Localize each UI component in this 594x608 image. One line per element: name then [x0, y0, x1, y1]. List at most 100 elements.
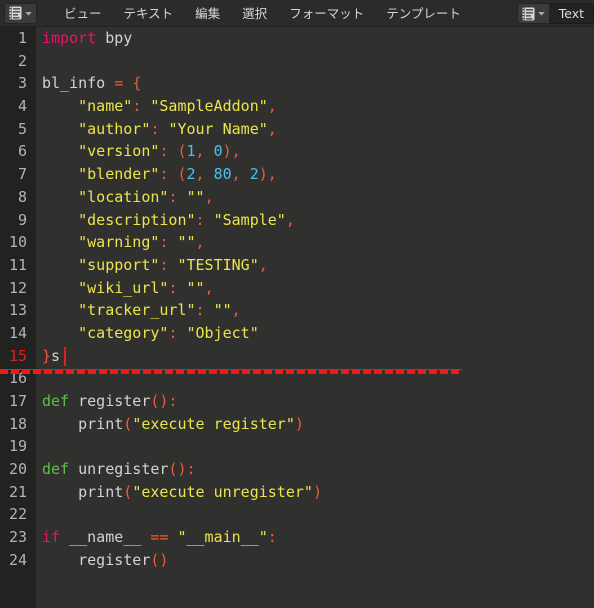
code-line[interactable]: 5 "author": "Your Name",: [0, 118, 594, 141]
token-punc: (: [123, 414, 133, 433]
token-punc: ,: [204, 278, 214, 297]
code-text: "blender": (2, 80, 2),: [42, 163, 277, 186]
code-text: def unregister():: [42, 458, 196, 481]
token-def: def: [42, 392, 70, 410]
code-line[interactable]: 22: [0, 503, 594, 526]
syntax-error-underline: [0, 368, 462, 374]
token-plain: register: [69, 392, 151, 410]
code-line[interactable]: 4 "name": "SampleAddon",: [0, 95, 594, 118]
token-str: "warning": [78, 233, 160, 252]
code-line[interactable]: 13 "tracker_url": "",: [0, 299, 594, 322]
code-line[interactable]: 6 "version": (1, 0),: [0, 140, 594, 163]
token-punc: ,: [267, 119, 277, 138]
token-punc: ,: [195, 165, 205, 184]
code-line[interactable]: 17 def register():: [0, 390, 594, 413]
line-number: 21: [8, 482, 27, 501]
code-line[interactable]: 7 "blender": (2, 80, 2),: [0, 163, 594, 186]
code-line[interactable]: 3 bl_info = {: [0, 72, 594, 95]
code-text: "wiki_url": "",: [42, 277, 214, 300]
line-number: 20: [8, 460, 27, 479]
code-line[interactable]: 21 print("execute unregister"): [0, 481, 594, 504]
code-line[interactable]: 9 "description": "Sample",: [0, 209, 594, 232]
datablock-browse-button[interactable]: [516, 3, 550, 24]
token-punc: =: [114, 74, 124, 93]
code-line[interactable]: 2: [0, 50, 594, 73]
token-punc: ():: [168, 460, 196, 479]
code-line[interactable]: 14 "category": "Object": [0, 322, 594, 345]
token-str: "tracker_url": [78, 301, 196, 320]
token-str: "category": [78, 323, 169, 342]
editor-type-selector[interactable]: [4, 2, 37, 24]
line-number: 18: [8, 414, 27, 433]
text-editor-icon: [9, 6, 22, 20]
line-number: 12: [8, 278, 27, 297]
code-text: import bpy: [42, 27, 132, 50]
token-punc: ,: [258, 255, 268, 274]
datablock-name-field[interactable]: Text: [549, 3, 594, 24]
token-punc: ,: [195, 233, 205, 252]
code-text: register(): [42, 549, 168, 572]
token-str: "Object": [186, 323, 259, 342]
token-punc: (): [150, 550, 169, 569]
token-str: "": [186, 187, 205, 206]
menu-view[interactable]: ビュー: [53, 0, 113, 27]
line-number: 5: [17, 119, 27, 138]
text-cursor: [64, 347, 66, 366]
menu-select[interactable]: 選択: [231, 0, 278, 27]
code-line[interactable]: 15}s: [0, 345, 594, 368]
token-punc: ,: [195, 142, 205, 161]
token-kw: import: [42, 29, 97, 47]
token-punc: :: [195, 301, 205, 320]
code-line[interactable]: 10 "warning": "",: [0, 231, 594, 254]
menu-templates[interactable]: テンプレート: [375, 0, 472, 27]
token-punc: ,: [204, 187, 214, 206]
code-line[interactable]: 1 import bpy: [0, 27, 594, 50]
code-text: "category": "Object": [42, 322, 259, 345]
token-plain: bl_info: [42, 74, 115, 93]
token-num: 2: [186, 165, 196, 184]
token-num: 0: [213, 142, 223, 161]
code-text: bl_info = {: [42, 72, 141, 95]
code-text: "tracker_url": "",: [42, 299, 241, 322]
code-line[interactable]: 12 "wiki_url": "",: [0, 277, 594, 300]
menu-edit[interactable]: 編集: [184, 0, 231, 27]
line-number: 10: [8, 233, 27, 252]
token-str: "Sample": [213, 210, 286, 229]
code-line[interactable]: 18 print("execute register"): [0, 413, 594, 436]
code-text: "support": "TESTING",: [42, 254, 268, 277]
code-line[interactable]: 8 "location": "",: [0, 186, 594, 209]
token-punc: :: [132, 97, 142, 116]
line-number: 22: [8, 505, 27, 524]
token-num: 1: [186, 142, 196, 161]
code-line[interactable]: 19: [0, 435, 594, 458]
token-def: def: [42, 460, 70, 479]
token-plain: bpy: [96, 29, 133, 47]
code-line[interactable]: 11 "support": "TESTING",: [0, 254, 594, 277]
token-punc: :: [195, 210, 205, 229]
token-punc: ==: [150, 528, 169, 547]
code-line[interactable]: 24 register(): [0, 549, 594, 572]
code-line[interactable]: 23 if __name__ == "__main__":: [0, 526, 594, 549]
code-lines: 1 import bpy 2 3 bl_info = {4 "name": "Sampl…: [0, 27, 594, 572]
text-editor-area[interactable]: 1 import bpy 2 3 bl_info = {4 "name": "Sampl…: [0, 27, 594, 608]
token-plain: register: [42, 550, 151, 569]
chevron-down-icon: [24, 9, 33, 18]
token-plain: __name__: [60, 528, 151, 547]
menu-text[interactable]: テキスト: [113, 0, 185, 27]
menu-format[interactable]: フォーマット: [278, 0, 375, 27]
code-text: "location": "",: [42, 186, 214, 209]
token-num: 2: [249, 165, 259, 184]
token-str: "location": [78, 187, 169, 206]
code-line[interactable]: 20 def unregister():: [0, 458, 594, 481]
